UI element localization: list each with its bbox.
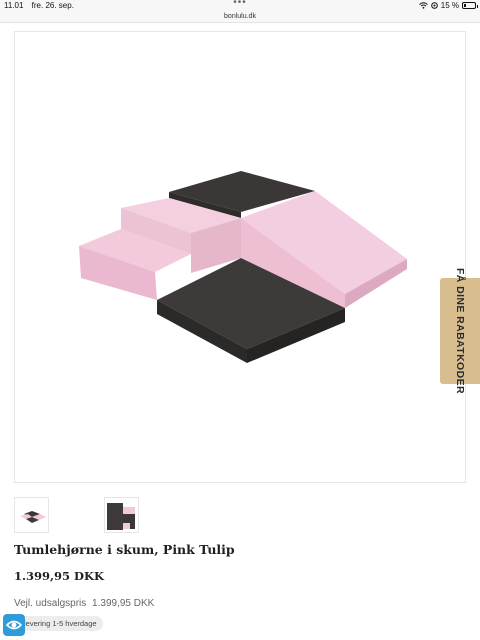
delivery-badge: levering 1-5 hverdage <box>14 616 103 631</box>
rrp-label: Vejl. udsalgspris <box>14 598 87 609</box>
wifi-icon <box>418 2 428 9</box>
location-icon <box>430 2 438 9</box>
product-title: Tumlehjørne i skum, Pink Tulip <box>14 542 235 557</box>
status-bar: 11.01 fre. 26. sep. ••• 15 % <box>0 0 480 11</box>
accessibility-button[interactable] <box>3 614 25 636</box>
address-bar[interactable]: bonlulu.dk <box>0 11 480 23</box>
status-right: 15 % <box>418 0 478 11</box>
thumbnail-2-image <box>107 503 135 530</box>
delivery-text: levering 1-5 hverdage <box>24 619 97 628</box>
thumbnail-1[interactable] <box>14 497 49 533</box>
multitask-dots[interactable]: ••• <box>0 0 480 8</box>
thumbnail-2[interactable] <box>104 497 139 533</box>
thumbnail-1-image <box>20 511 46 523</box>
discount-codes-tab[interactable]: FÅ DINE RABATKODER <box>440 268 480 394</box>
accessibility-eye-icon <box>6 620 22 630</box>
recommended-price: Vejl. udsalgspris 1.399,95 DKK <box>14 598 154 609</box>
rrp-value: 1.399,95 DKK <box>92 598 155 609</box>
battery-icon <box>462 2 478 9</box>
battery-percent: 15 % <box>440 1 459 10</box>
discount-codes-label[interactable]: FÅ DINE RABATKODER <box>454 268 466 394</box>
product-price: 1.399,95 DKK <box>14 569 104 583</box>
url-text[interactable]: bonlulu.dk <box>224 13 256 20</box>
product-main-image[interactable] <box>14 31 466 483</box>
foam-corner-illustration <box>79 171 407 363</box>
